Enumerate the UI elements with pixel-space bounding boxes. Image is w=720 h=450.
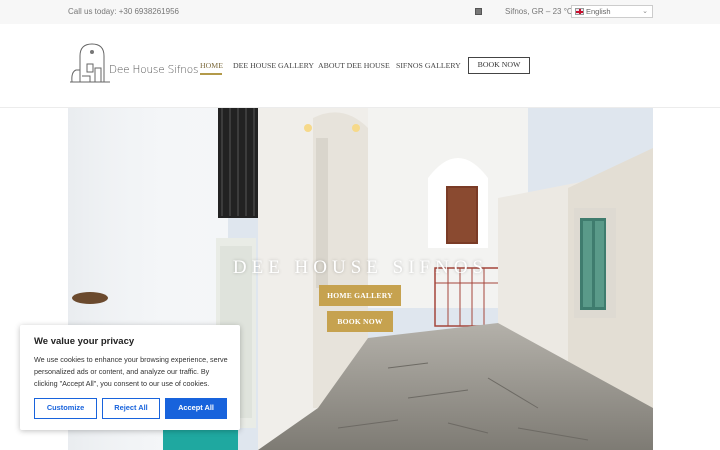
hero-book-now-button[interactable]: BOOK NOW: [327, 311, 393, 332]
house-logo-icon: [70, 43, 110, 83]
site-logo[interactable]: Dee House Sifnos: [68, 42, 198, 86]
nav-home[interactable]: HOME: [200, 61, 223, 70]
nav-dee-house-gallery[interactable]: DEE HOUSE GALLERY: [233, 61, 314, 70]
weather-text: Sifnos, GR – 23 °C: [505, 7, 573, 16]
book-now-button[interactable]: BOOK NOW: [468, 57, 530, 74]
cookie-title: We value your privacy: [34, 336, 135, 347]
nav-sifnos-gallery[interactable]: SIFNOS GALLERY: [396, 61, 461, 70]
nav-about-dee-house[interactable]: ABOUT DEE HOUSE: [318, 61, 390, 70]
top-bar: Call us today: +30 6938261956 Sifnos, GR…: [0, 0, 720, 24]
language-select[interactable]: English ⌄: [571, 5, 653, 18]
accept-all-button[interactable]: Accept All: [165, 398, 227, 419]
phone-text: Call us today: +30 6938261956: [68, 7, 179, 16]
site-header: Dee House Sifnos HOME DEE HOUSE GALLERY …: [0, 24, 720, 108]
weather-icon: [475, 8, 482, 15]
nav-active-underline: [200, 73, 222, 75]
cookie-consent-banner: We value your privacy We use cookies to …: [20, 325, 240, 430]
logo-text: Dee House Sifnos: [109, 64, 199, 76]
customize-button[interactable]: Customize: [34, 398, 97, 419]
reject-all-button[interactable]: Reject All: [102, 398, 160, 419]
home-gallery-button[interactable]: HOME GALLERY: [319, 285, 401, 306]
chevron-down-icon: ⌄: [642, 8, 648, 15]
cookie-description: We use cookies to enhance your browsing …: [34, 355, 228, 388]
uk-flag-icon: [575, 8, 584, 15]
hero-title: DEE HOUSE SIFNOS: [232, 257, 489, 278]
language-label: English: [586, 7, 611, 16]
